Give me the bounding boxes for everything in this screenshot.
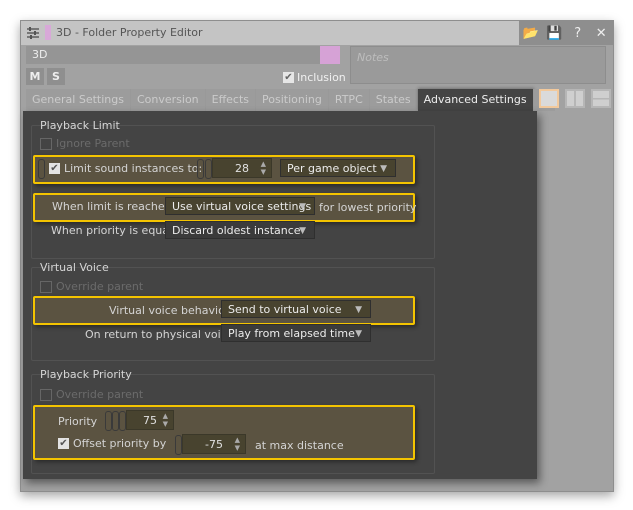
split-vertical-icon[interactable] <box>565 89 585 108</box>
limit-instances-highlight: ✔ Limit sound instances to: 28 ▲ ▼ Per ga… <box>33 155 415 184</box>
tab-positioning[interactable]: Positioning <box>256 89 329 111</box>
offset-priority-checkbox[interactable]: ✔ <box>58 438 69 449</box>
notes-field[interactable]: Notes <box>350 46 606 84</box>
offset-priority-label: Offset priority by <box>73 437 167 450</box>
limit-instances-checkbox[interactable]: ✔ <box>49 163 60 174</box>
limit-instances-label: Limit sound instances to: <box>64 162 203 175</box>
spinner-icon[interactable]: ▲ ▼ <box>235 436 240 452</box>
layout-buttons <box>539 89 611 108</box>
chevron-down-icon: ▼ <box>355 305 362 315</box>
property-editor-icon <box>27 27 39 39</box>
virtual-voice-behavior-value: Send to virtual voice <box>228 303 342 316</box>
close-icon[interactable]: ✕ <box>592 26 610 41</box>
virtual-voice-title: Virtual Voice <box>40 261 109 274</box>
inclusion-label: Inclusion <box>297 71 346 84</box>
chevron-down-icon: ▼ <box>355 329 362 339</box>
offset-value: -75 <box>205 438 223 451</box>
virtual-voice-override-checkbox[interactable]: Override parent <box>40 280 143 293</box>
tab-general-settings[interactable]: General Settings <box>26 89 131 111</box>
priority-equal-dropdown[interactable]: Discard oldest instance ▼ <box>165 221 315 239</box>
priority-value: 75 <box>143 414 157 427</box>
link-indicator-icon[interactable] <box>105 411 112 431</box>
chevron-down-icon: ▼ <box>380 164 387 174</box>
link-indicator-icon[interactable] <box>175 435 182 455</box>
priority-highlight: Priority 75 ▲ ▼ ✔ Offset priority by -75 … <box>33 405 415 460</box>
return-physical-voice-dropdown[interactable]: Play from elapsed time ▼ <box>221 324 371 342</box>
tab-conversion[interactable]: Conversion <box>130 89 206 111</box>
title-toolbar: 📂 💾 ? ✕ <box>519 21 613 45</box>
ignore-parent-checkbox[interactable]: Ignore Parent <box>40 137 130 150</box>
tab-bar: General Settings Conversion Effects Posi… <box>26 89 555 111</box>
help-icon[interactable]: ? <box>569 26 587 41</box>
limit-instances-input[interactable]: 28 ▲ ▼ <box>212 158 272 178</box>
checkbox-box <box>40 280 52 293</box>
rtpc-indicator-icon[interactable] <box>112 411 119 431</box>
rtpc-indicator-icon[interactable] <box>205 159 212 179</box>
when-limit-reached-highlight: When limit is reached: Use virtual voice… <box>33 193 417 222</box>
advanced-settings-panel: Playback Limit Ignore Parent ✔ Limit sou… <box>23 111 537 479</box>
tab-rtpc[interactable]: RTPC <box>328 89 370 111</box>
inclusion-checkbox[interactable]: ✔ <box>283 72 294 83</box>
object-name-field[interactable]: 3D <box>26 46 322 64</box>
folder-open-icon[interactable]: 📂 <box>522 26 540 41</box>
priority-input[interactable]: 75 ▲ ▼ <box>126 410 174 430</box>
inclusion-toggle[interactable]: ✔ Inclusion <box>283 71 346 84</box>
offset-priority-input[interactable]: -75 ▲ ▼ <box>182 434 246 454</box>
solo-button[interactable]: S <box>47 68 65 85</box>
priority-equal-value: Discard oldest instance <box>172 224 301 237</box>
link-indicator-icon[interactable] <box>197 159 204 179</box>
property-editor-window: 3D - Folder Property Editor 📂 💾 ? ✕ 3D N… <box>20 20 614 492</box>
link-indicator-icon[interactable] <box>38 159 45 179</box>
checkbox-box <box>40 388 52 401</box>
when-limit-reached-dropdown[interactable]: Use virtual voice settings ▼ <box>165 197 315 215</box>
tab-effects[interactable]: Effects <box>205 89 257 111</box>
split-horizontal-icon[interactable] <box>591 89 611 108</box>
single-pane-icon[interactable] <box>539 89 559 108</box>
playback-limit-title: Playback Limit <box>40 119 120 132</box>
limit-scope-value: Per game object <box>287 162 377 175</box>
override-parent-label: Override parent <box>56 388 144 401</box>
tab-states[interactable]: States <box>369 89 418 111</box>
when-limit-reached-value: Use virtual voice settings <box>172 200 312 213</box>
virtual-voice-behavior-highlight: Virtual voice behavior: Send to virtual … <box>33 296 415 325</box>
spinner-icon[interactable]: ▲ ▼ <box>261 160 266 176</box>
title-bar: 3D - Folder Property Editor 📂 💾 ? ✕ <box>21 21 613 45</box>
priority-equal-label: When priority is equal: <box>51 224 176 237</box>
window-title: 3D - Folder Property Editor <box>56 26 203 39</box>
chevron-down-icon: ▼ <box>299 202 306 212</box>
chevron-down-icon: ▼ <box>299 226 306 236</box>
mute-button[interactable]: M <box>26 68 44 85</box>
playback-priority-title: Playback Priority <box>40 368 132 381</box>
object-color-swatch <box>45 25 51 40</box>
return-physical-voice-label: On return to physical voice: <box>85 328 238 341</box>
virtual-voice-behavior-dropdown[interactable]: Send to virtual voice ▼ <box>221 300 371 318</box>
save-icon[interactable]: 💾 <box>545 26 563 41</box>
virtual-voice-behavior-label: Virtual voice behavior: <box>109 304 233 317</box>
spinner-icon[interactable]: ▲ ▼ <box>163 412 168 428</box>
limit-value: 28 <box>235 162 249 175</box>
checkbox-box <box>40 137 52 150</box>
priority-override-checkbox[interactable]: Override parent <box>40 388 143 401</box>
when-limit-reached-label: When limit is reached: <box>52 200 176 213</box>
at-max-distance-label: at max distance <box>255 439 344 452</box>
state-indicator-icon[interactable] <box>119 411 126 431</box>
ignore-parent-label: Ignore Parent <box>56 137 130 150</box>
limit-scope-dropdown[interactable]: Per game object ▼ <box>280 159 396 177</box>
priority-label: Priority <box>58 415 98 428</box>
tab-advanced-settings[interactable]: Advanced Settings <box>417 89 534 111</box>
hierarchy-color-button[interactable] <box>320 46 340 64</box>
return-physical-voice-value: Play from elapsed time <box>228 327 355 340</box>
override-parent-label: Override parent <box>56 280 144 293</box>
for-lowest-priority-label: for lowest priority <box>319 201 417 214</box>
